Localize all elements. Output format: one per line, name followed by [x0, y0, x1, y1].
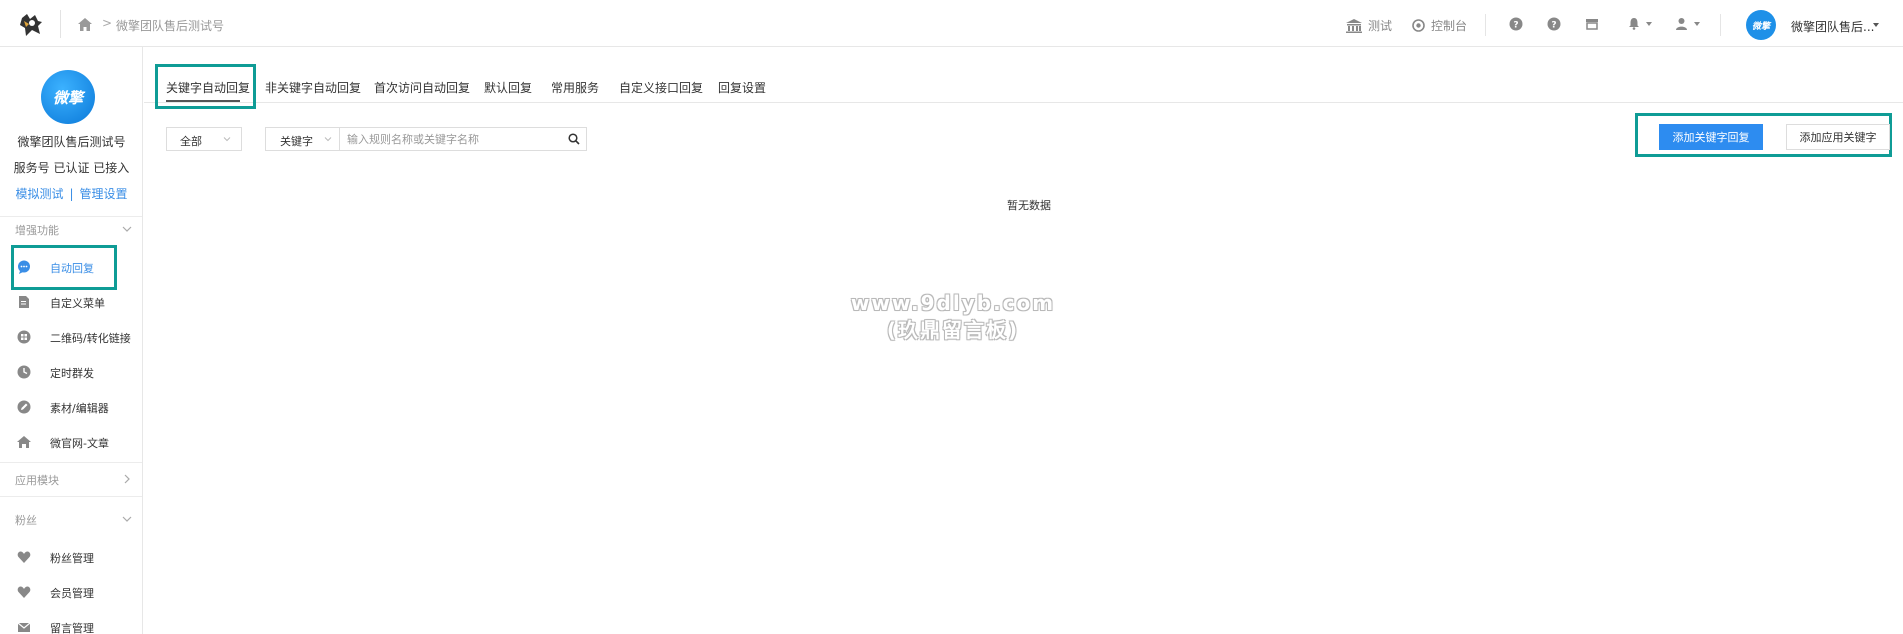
top-bar: > 微擎团队售后测试号 测试 控制台 ? ? 微擎 微擎团队售后...	[0, 0, 1903, 47]
search-type-value: 关键字	[280, 135, 313, 148]
reply-tabs: 关键字自动回复 非关键字自动回复 首次访问自动回复 默认回复 常用服务 自定义接…	[144, 47, 1903, 103]
add-keyword-reply-button[interactable]: 添加关键字回复	[1659, 124, 1763, 150]
clock-send-icon	[17, 365, 31, 379]
heart-icon	[17, 551, 31, 563]
target-icon	[1412, 19, 1425, 32]
sidebar-item-label: 二维码/转化链接	[50, 332, 131, 345]
chevron-down-icon	[1694, 21, 1700, 26]
nav-console[interactable]: 控制台	[1412, 17, 1467, 34]
tab-first-visit-reply[interactable]: 首次访问自动回复	[374, 79, 470, 96]
sidebar-item-label: 自定义菜单	[50, 297, 105, 310]
section-apps-header[interactable]: 应用模块	[0, 467, 142, 493]
simulate-test-link[interactable]: 模拟测试	[15, 187, 63, 201]
sidebar-item-qrcode[interactable]: 二维码/转化链接	[0, 323, 142, 351]
notifications-menu[interactable]	[1628, 17, 1652, 30]
user-menu[interactable]	[1675, 17, 1700, 30]
search-icon[interactable]	[568, 133, 580, 145]
home-icon	[17, 436, 31, 448]
sidebar-account-name: 微擎团队售后测试号	[17, 135, 126, 149]
section-fans-header[interactable]: 粉丝	[0, 507, 142, 533]
sidebar-avatar: 微擎	[41, 70, 95, 124]
tab-non-keyword-reply[interactable]: 非关键字自动回复	[265, 79, 361, 96]
avatar-text: 微擎	[1751, 21, 1770, 32]
chevron-down-icon	[1646, 21, 1652, 26]
qrcode-icon	[17, 330, 31, 344]
help-icon[interactable]: ?	[1509, 17, 1523, 31]
search-input[interactable]	[347, 131, 557, 147]
chevron-down-icon	[324, 137, 332, 142]
sidebar-account-status: 服务号 已认证 已接入	[13, 161, 130, 175]
store-icon[interactable]	[1585, 17, 1599, 31]
chevron-down-icon	[122, 226, 132, 232]
heart-icon	[17, 586, 31, 598]
sidebar-item-members[interactable]: 会员管理	[0, 578, 142, 606]
chevron-down-icon	[223, 137, 231, 142]
status-select-value: 全部	[180, 135, 202, 148]
chevron-down-icon	[122, 516, 132, 522]
section-divider	[0, 462, 142, 463]
highlight-auto-reply	[11, 245, 117, 290]
sidebar-item-label: 定时群发	[50, 367, 94, 380]
section-title: 增强功能	[15, 224, 59, 237]
sidebar-item-label: 素材/编辑器	[50, 402, 109, 415]
manage-settings-link[interactable]: 管理设置	[80, 187, 128, 201]
sidebar-item-label: 留言管理	[50, 622, 94, 634]
sidebar-item-messages[interactable]: 留言管理	[0, 613, 142, 634]
nav-test-label: 测试	[1368, 19, 1393, 33]
pencil-icon	[17, 400, 31, 414]
section-title: 粉丝	[15, 514, 37, 527]
breadcrumb-account[interactable]: 微擎团队售后测试号	[116, 17, 224, 34]
highlight-keyword-tab	[155, 64, 256, 109]
home-icon[interactable]	[77, 17, 93, 32]
breadcrumb-separator: >	[102, 16, 113, 30]
section-enhance-header[interactable]: 增强功能	[0, 217, 142, 243]
sidebar-item-fans[interactable]: 粉丝管理	[0, 543, 142, 571]
nav-test[interactable]: 测试	[1346, 17, 1392, 34]
nav-console-label: 控制台	[1431, 19, 1468, 33]
watermark-line2: (玖鼎留言板)	[886, 318, 1020, 342]
link-divider: |	[69, 187, 74, 201]
nav-divider	[1485, 14, 1486, 36]
search-group: 关键字	[265, 127, 587, 151]
envelope-icon	[17, 622, 31, 632]
tab-reply-settings[interactable]: 回复设置	[718, 79, 766, 96]
section-title: 应用模块	[15, 474, 59, 487]
svg-text:?: ?	[1551, 21, 1556, 31]
sidebar-item-label: 微官网-文章	[50, 437, 109, 450]
watermark: www.9dlyb.com (玖鼎留言板)	[848, 290, 1058, 344]
avatar-text: 微擎	[52, 88, 83, 107]
add-app-keyword-button[interactable]: 添加应用关键字	[1786, 124, 1890, 150]
account-avatar[interactable]: 微擎	[1746, 10, 1776, 40]
sidebar-item-label: 粉丝管理	[50, 552, 94, 565]
section-divider	[0, 496, 142, 497]
user-icon	[1676, 18, 1687, 30]
tab-custom-api-reply[interactable]: 自定义接口回复	[619, 79, 703, 96]
account-name[interactable]: 微擎团队售后...	[1791, 18, 1874, 35]
sidebar: 微擎 微擎团队售后测试号 服务号 已认证 已接入 模拟测试 | 管理设置 增强功能 …	[0, 47, 143, 634]
document-edit-icon	[19, 296, 29, 308]
svg-text:?: ?	[1513, 21, 1518, 31]
sidebar-item-label: 会员管理	[50, 587, 94, 600]
chevron-down-icon[interactable]	[1873, 23, 1879, 27]
bank-icon	[1346, 18, 1362, 33]
tab-default-reply[interactable]: 默认回复	[484, 79, 532, 96]
search-type-select[interactable]: 关键字	[266, 128, 340, 150]
watermark-line1: www.9dlyb.com	[850, 291, 1056, 315]
sidebar-item-materials[interactable]: 素材/编辑器	[0, 393, 142, 421]
tab-common-services[interactable]: 常用服务	[551, 79, 599, 96]
sidebar-item-scheduled-send[interactable]: 定时群发	[0, 358, 142, 386]
logo-icon[interactable]	[18, 12, 44, 38]
sidebar-links: 模拟测试 | 管理设置	[0, 185, 143, 202]
nav-divider	[1720, 14, 1721, 36]
status-select[interactable]: 全部	[166, 127, 242, 151]
top-divider	[60, 10, 61, 38]
question-icon[interactable]: ?	[1547, 17, 1561, 31]
chevron-right-icon	[124, 474, 130, 484]
sidebar-item-custom-menu[interactable]: 自定义菜单	[0, 288, 142, 316]
sidebar-item-microsite[interactable]: 微官网-文章	[0, 428, 142, 456]
empty-state-text: 暂无数据	[1007, 199, 1051, 212]
bell-icon	[1629, 18, 1639, 30]
